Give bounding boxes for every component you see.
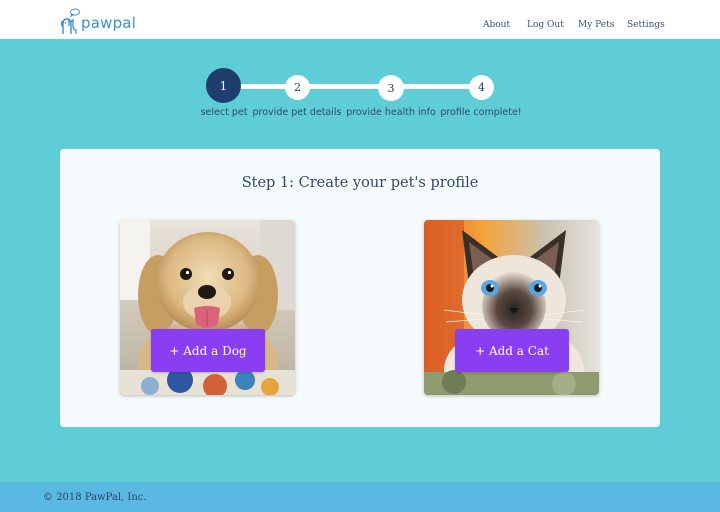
brand-name: pawpal — [81, 14, 137, 32]
page-footer: © 2018 PawPal, Inc. — [0, 482, 720, 512]
step-2-label: provide pet details — [252, 107, 342, 118]
step-2-number: 2 — [294, 81, 301, 94]
nav-settings[interactable]: Settings — [627, 20, 665, 30]
step-3-circle: 3 — [378, 75, 404, 101]
nav-my-pets[interactable]: My Pets — [578, 20, 614, 30]
dog-cat-bubble-icon — [60, 8, 80, 34]
nav-about[interactable]: About — [483, 20, 510, 30]
add-cat-button[interactable]: + Add a Cat — [455, 329, 569, 372]
pet-selection-card: Step 1: Create your pet's profile + Add … — [60, 149, 660, 427]
step-4-label: profile complete! — [440, 107, 522, 118]
add-dog-button[interactable]: + Add a Dog — [151, 329, 265, 372]
dog-option-tile[interactable]: + Add a Dog — [120, 220, 295, 395]
step-3-label: provide health info — [346, 107, 436, 118]
stepper-track — [236, 84, 492, 89]
step-2-circle: 2 — [285, 75, 310, 100]
copyright-line: 2018 PawPal, Inc. — [56, 492, 147, 503]
copyright-text: © 2018 PawPal, Inc. — [43, 492, 147, 503]
step-1-circle: 1 — [206, 68, 241, 103]
pawpal-logo[interactable]: pawpal — [60, 6, 136, 36]
step-1-label: select pet — [200, 107, 248, 118]
step-4-number: 4 — [478, 81, 485, 94]
copyright-symbol: © — [43, 492, 53, 503]
page-title: Step 1: Create your pet's profile — [241, 175, 479, 191]
cat-option-tile[interactable]: + Add a Cat — [424, 220, 599, 395]
step-4-circle: 4 — [469, 75, 494, 100]
top-header: pawpal About Log Out My Pets Settings — [0, 0, 720, 39]
step-1-number: 1 — [219, 78, 228, 93]
nav-log-out[interactable]: Log Out — [527, 20, 564, 30]
step-3-number: 3 — [387, 81, 395, 95]
